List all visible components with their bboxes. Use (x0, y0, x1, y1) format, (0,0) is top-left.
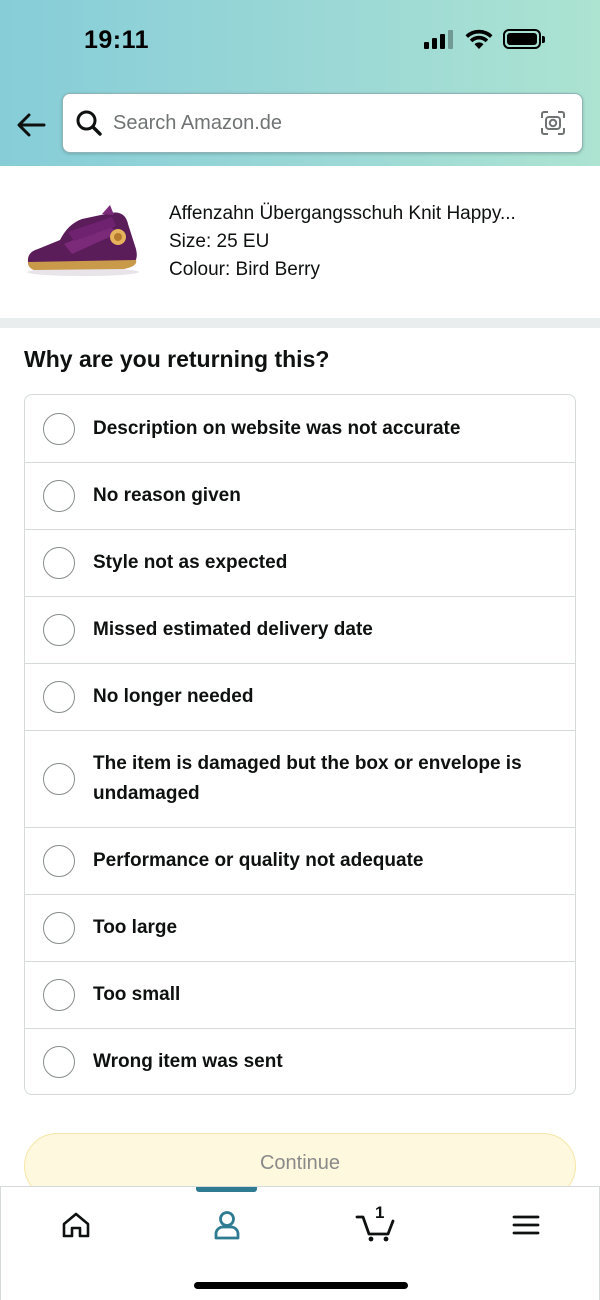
menu-icon (512, 1215, 540, 1235)
return-reason-option[interactable]: Too large (25, 894, 575, 961)
return-reason-option[interactable]: Missed estimated delivery date (25, 596, 575, 663)
wifi-icon (465, 29, 493, 49)
return-question-heading: Why are you returning this? (24, 346, 330, 372)
product-size: Size: 25 EU (169, 231, 270, 252)
radio-button[interactable] (43, 979, 75, 1011)
return-reason-label: Wrong item was sent (93, 1050, 283, 1072)
return-reason-label: Description on website was not accurate (93, 417, 461, 439)
return-reason-option[interactable]: The item is damaged but the box or envel… (25, 730, 575, 827)
return-reason-label: No reason given (93, 485, 241, 506)
radio-button[interactable] (43, 763, 75, 795)
radio-button[interactable] (43, 912, 75, 944)
return-reason-option[interactable]: Description on website was not accurate (25, 395, 575, 462)
product-title[interactable]: Affenzahn Übergangsschuh Knit Happy... (169, 200, 516, 228)
return-reason-option[interactable]: Style not as expected (25, 529, 575, 596)
status-icons (424, 28, 545, 50)
signal-icon (424, 29, 453, 49)
return-reason-option[interactable]: Too small (25, 961, 575, 1028)
radio-button[interactable] (43, 480, 75, 512)
return-reason-label: No longer needed (93, 686, 254, 707)
nav-menu[interactable] (496, 1201, 556, 1249)
radio-button[interactable] (43, 547, 75, 579)
radio-button[interactable] (43, 614, 75, 646)
section-divider (0, 318, 600, 328)
status-time: 19:11 (84, 26, 150, 54)
nav-cart[interactable]: 1 (346, 1201, 406, 1249)
home-icon (62, 1212, 90, 1238)
product-image (27, 205, 139, 276)
return-reason-label: Performance or quality not adequate (93, 850, 424, 871)
bottom-nav: 1 (0, 1186, 600, 1300)
search-icon (76, 110, 102, 136)
cart-count-badge: 1 (375, 1203, 385, 1222)
product-colour: Colour: Bird Berry (169, 259, 320, 280)
battery-icon (503, 29, 545, 49)
back-arrow-icon (17, 113, 46, 137)
radio-button[interactable] (43, 845, 75, 877)
back-button[interactable] (14, 108, 48, 142)
nav-home[interactable] (46, 1201, 106, 1249)
home-indicator (194, 1282, 408, 1289)
return-reason-option[interactable]: No longer needed (25, 663, 575, 730)
return-reason-label: Missed estimated delivery date (93, 619, 373, 640)
person-icon (214, 1211, 240, 1240)
radio-button[interactable] (43, 1045, 75, 1078)
return-reason-label: Too large (93, 917, 178, 938)
radio-button[interactable] (43, 412, 75, 445)
nav-account[interactable] (197, 1201, 257, 1249)
camera-icon[interactable] (539, 109, 567, 137)
return-reason-option[interactable]: Performance or quality not adequate (25, 827, 575, 894)
return-reason-list: Description on website was not accurate … (24, 394, 576, 1095)
active-tab-indicator (196, 1187, 257, 1192)
search-bar[interactable] (62, 93, 583, 153)
radio-button[interactable] (43, 681, 75, 713)
header: 19:11 (0, 0, 600, 166)
search-input[interactable] (113, 111, 539, 135)
product-summary: Affenzahn Übergangsschuh Knit Happy... S… (0, 166, 600, 318)
return-reason-label: The item is damaged but the box or envel… (93, 753, 522, 804)
return-reason-option[interactable]: Wrong item was sent (25, 1028, 575, 1094)
return-reason-label: Too small (93, 984, 181, 1005)
return-reason-label: Style not as expected (93, 552, 288, 573)
return-reason-option[interactable]: No reason given (25, 462, 575, 529)
